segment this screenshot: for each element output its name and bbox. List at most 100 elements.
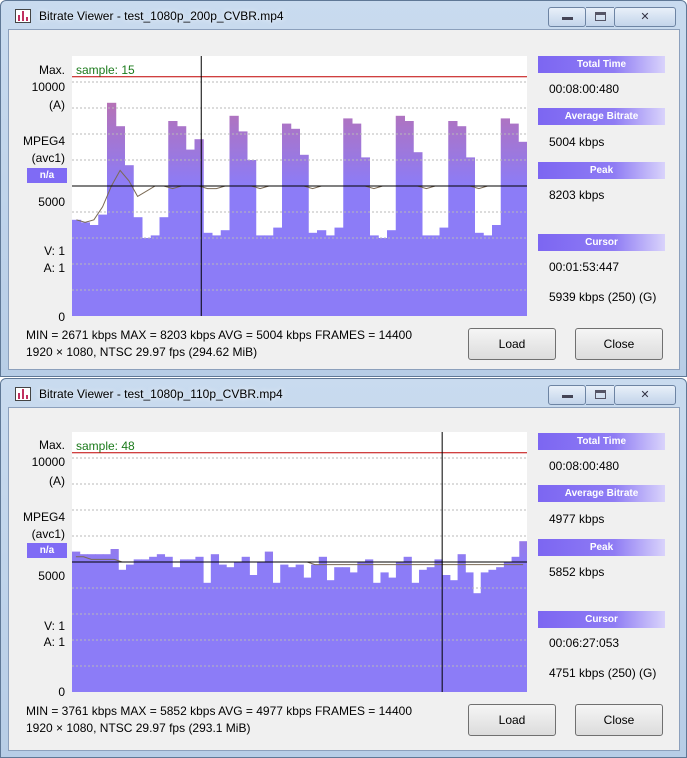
minimize-button[interactable] bbox=[548, 385, 586, 405]
bitrate-viewer-window-2: Bitrate Viewer - test_1080p_110p_CVBR.mp… bbox=[0, 378, 687, 758]
stats-line-2: 1920 × 1080, NTSC 29.97 fps (293.1 MiB) bbox=[26, 721, 251, 735]
peak-value: 8203 kbps bbox=[549, 188, 605, 202]
bitrate-bar bbox=[430, 235, 440, 316]
bitrate-bar bbox=[403, 556, 412, 692]
bitrate-bar bbox=[496, 567, 505, 692]
bitrate-bar bbox=[264, 551, 274, 692]
bitrate-bar bbox=[352, 123, 362, 316]
bitrate-bar bbox=[203, 232, 213, 316]
bitrate-bar bbox=[341, 567, 351, 692]
bitrate-bar bbox=[187, 559, 196, 692]
maximize-button[interactable] bbox=[586, 7, 614, 27]
bitrate-chart[interactable]: sample: 15 bbox=[72, 56, 528, 317]
bitrate-bar bbox=[308, 232, 318, 316]
video-track-label: V: 1 bbox=[44, 619, 65, 633]
total-time-value: 00:08:00:480 bbox=[549, 459, 620, 473]
maximize-icon bbox=[594, 390, 606, 399]
bitrate-viewer-window-1: Bitrate Viewer - test_1080p_200p_CVBR.mp… bbox=[0, 0, 687, 377]
bitrate-bar bbox=[220, 230, 230, 316]
bitrate-bar bbox=[311, 564, 320, 692]
na-badge: n/a bbox=[27, 543, 67, 558]
bitrate-bar bbox=[212, 235, 222, 316]
bitrate-bar bbox=[133, 217, 143, 316]
bitrate-bar bbox=[133, 559, 142, 692]
bitrate-bar bbox=[125, 564, 135, 692]
peak-header: Peak bbox=[538, 162, 665, 179]
stats-line-2: 1920 × 1080, NTSC 29.97 fps (294.62 MiB) bbox=[26, 345, 258, 359]
bitrate-bar bbox=[395, 562, 405, 692]
total-time-value: 00:08:00:480 bbox=[549, 82, 620, 96]
codec-detail: (avc1) bbox=[31, 151, 65, 165]
bitrate-bar bbox=[413, 152, 423, 316]
bitrate-bar bbox=[273, 227, 283, 316]
close-window-button[interactable]: ✕ bbox=[614, 385, 676, 405]
bitrate-bar bbox=[149, 556, 158, 692]
bitrate-bar bbox=[473, 593, 482, 692]
bitrate-bar bbox=[474, 232, 484, 316]
close-button[interactable]: Close bbox=[575, 328, 663, 360]
average-bitrate-value: 5004 kbps bbox=[549, 135, 605, 149]
bitrate-bar bbox=[72, 219, 82, 316]
bitrate-bar bbox=[500, 118, 510, 317]
bitrate-bar bbox=[483, 235, 493, 316]
maximize-button[interactable] bbox=[586, 385, 614, 405]
bitrate-bar bbox=[519, 541, 528, 692]
bitrate-bar bbox=[107, 102, 117, 316]
load-button[interactable]: Load bbox=[468, 704, 556, 736]
video-track-label: V: 1 bbox=[44, 244, 65, 258]
bitrate-bar bbox=[439, 227, 449, 316]
max-label: Max. bbox=[38, 63, 65, 77]
bitrate-chart[interactable]: sample: 48 bbox=[72, 432, 528, 692]
bitrate-bar bbox=[303, 577, 312, 692]
close-window-button[interactable]: ✕ bbox=[614, 7, 676, 27]
bitrate-bar bbox=[380, 572, 389, 692]
y-zero-value: 0 bbox=[58, 685, 65, 699]
load-button[interactable]: Load bbox=[468, 328, 556, 360]
stats-line-1: MIN = 2671 kbps MAX = 8203 kbps AVG = 50… bbox=[26, 328, 412, 342]
bitrate-bar bbox=[492, 225, 502, 316]
bitrate-bar bbox=[411, 582, 420, 692]
bitrate-bar bbox=[426, 567, 435, 692]
bitrate-bar bbox=[503, 562, 513, 692]
bitrate-bar bbox=[457, 554, 466, 692]
bitrate-bar bbox=[156, 554, 166, 692]
bitrate-chart-svg bbox=[72, 56, 528, 317]
bitrate-bar bbox=[422, 235, 432, 316]
bitrate-bar bbox=[249, 575, 258, 692]
bitrate-bar bbox=[98, 214, 108, 316]
bitrate-bar bbox=[80, 222, 90, 316]
bitrate-bar bbox=[326, 580, 335, 692]
bitrate-bar bbox=[87, 554, 96, 692]
y-mid-value: 5000 bbox=[38, 569, 65, 583]
bitrate-bar bbox=[218, 564, 227, 692]
y-top-value: 10000 bbox=[31, 455, 65, 469]
bitrate-bar bbox=[448, 121, 458, 316]
peak-value: 5852 kbps bbox=[549, 565, 605, 579]
bitrate-bar bbox=[280, 564, 289, 692]
close-button[interactable]: Close bbox=[575, 704, 663, 736]
cursor-time-value: 00:06:27:053 bbox=[549, 636, 620, 650]
bitrate-bar bbox=[357, 562, 366, 692]
bitrate-bar bbox=[226, 567, 235, 692]
bitrate-bar bbox=[210, 554, 220, 692]
bitrate-bar bbox=[334, 567, 343, 692]
bitrate-bar bbox=[360, 157, 370, 316]
bitrate-bar bbox=[238, 131, 248, 316]
app-icon bbox=[15, 387, 31, 401]
bitrate-bar bbox=[255, 235, 265, 316]
bitrate-bar bbox=[203, 582, 212, 692]
bitrate-bar bbox=[79, 554, 88, 692]
bitrate-bar bbox=[179, 559, 189, 692]
bitrate-bar bbox=[195, 556, 204, 692]
bitrate-bar bbox=[141, 559, 150, 692]
bitrate-bar bbox=[290, 128, 300, 316]
bitrate-bar bbox=[343, 118, 353, 317]
title-bar[interactable]: Bitrate Viewer - test_1080p_110p_CVBR.mp… bbox=[1, 379, 686, 407]
minimize-button[interactable] bbox=[548, 7, 586, 27]
average-bitrate-value: 4977 kbps bbox=[549, 512, 605, 526]
title-bar[interactable]: Bitrate Viewer - test_1080p_200p_CVBR.mp… bbox=[1, 1, 686, 29]
bitrate-bar bbox=[318, 556, 327, 692]
bitrate-bar bbox=[241, 556, 250, 692]
minimize-icon bbox=[561, 17, 573, 20]
codec-label: MPEG4 bbox=[22, 134, 65, 148]
